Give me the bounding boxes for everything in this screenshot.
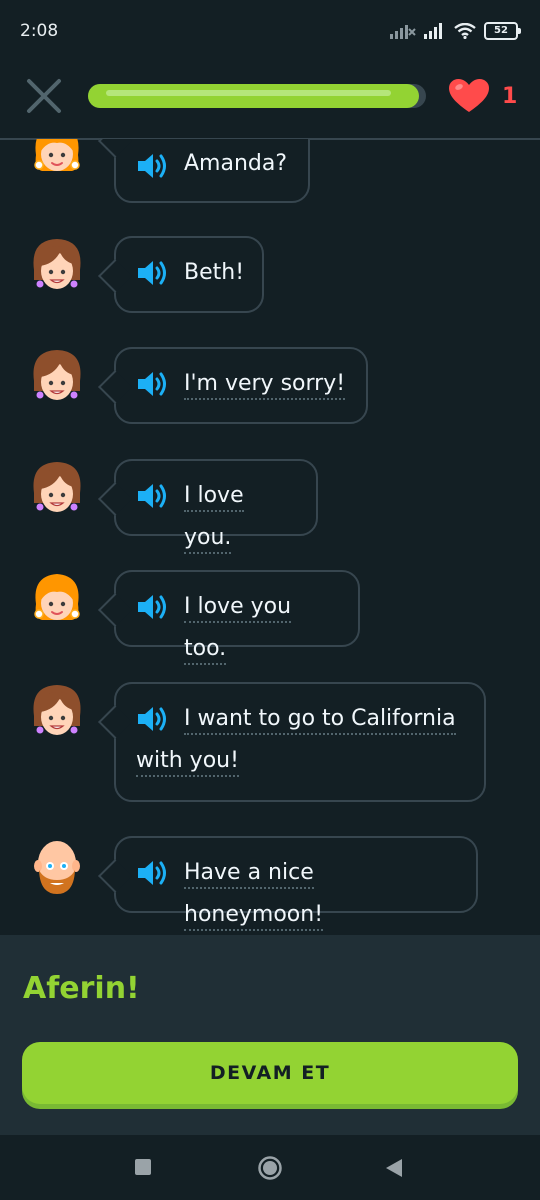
speech-bubble: I love you. xyxy=(114,459,318,554)
lesson-progress-bar xyxy=(88,84,426,108)
message-text-line-1: I want to go to California xyxy=(136,684,464,740)
speech-bubble: Have a nice honeymoon! xyxy=(114,836,478,931)
speaker-icon[interactable] xyxy=(136,151,170,181)
status-icons: 52 xyxy=(390,22,521,40)
message-text: I'm very sorry! xyxy=(184,349,346,405)
message-text-line-2: with you! xyxy=(136,740,464,782)
lesson-header: 1 xyxy=(0,62,540,140)
speaker-icon[interactable] xyxy=(136,481,170,511)
message-text: Beth! xyxy=(184,260,245,285)
message-text: Have a nice honeymoon! xyxy=(184,838,456,935)
recents-icon[interactable] xyxy=(134,1158,152,1176)
woman-avatar-icon xyxy=(33,462,81,512)
bald-man-avatar-icon xyxy=(34,841,80,894)
progress-shine xyxy=(106,90,391,96)
close-icon[interactable] xyxy=(24,76,64,116)
message-text: I love you. xyxy=(184,461,296,559)
back-icon[interactable] xyxy=(384,1157,404,1179)
speech-bubble: Amanda? xyxy=(114,139,310,203)
continue-button[interactable]: DEVAM ET xyxy=(22,1042,518,1104)
speaker-icon[interactable] xyxy=(136,592,170,622)
speaker-icon[interactable] xyxy=(136,858,170,888)
battery-icon: 52 xyxy=(484,22,521,40)
signal-icon xyxy=(424,23,442,39)
speech-bubble: I want to go to California with you! xyxy=(114,682,486,802)
status-time: 2:08 xyxy=(20,21,59,41)
progress-fill xyxy=(88,84,420,108)
system-nav-bar xyxy=(0,1135,540,1200)
feedback-title: Aferin! xyxy=(23,971,140,1006)
girl-avatar-icon xyxy=(34,139,80,171)
speaker-icon[interactable] xyxy=(136,258,170,288)
woman-avatar-icon xyxy=(33,239,81,289)
heart-icon xyxy=(449,79,489,112)
speech-bubble: I love you too. xyxy=(114,570,360,665)
speaker-icon[interactable] xyxy=(136,704,170,734)
hearts-count: 1 xyxy=(502,83,518,109)
wifi-icon xyxy=(454,23,476,39)
woman-avatar-icon xyxy=(33,685,81,735)
speech-bubble: I'm very sorry! xyxy=(114,347,368,424)
girl-avatar-icon xyxy=(34,574,80,620)
speaker-icon[interactable] xyxy=(136,369,170,399)
message-text: Amanda? xyxy=(184,151,288,176)
home-icon[interactable] xyxy=(257,1155,283,1181)
status-bar: 2:08 52 xyxy=(0,0,540,62)
woman-avatar-icon xyxy=(33,350,81,400)
dialogue-list: Amanda? Beth! I'm very sorry! I love you… xyxy=(0,139,540,935)
message-text: I love you too. xyxy=(184,572,338,670)
hearts-counter[interactable]: 1 xyxy=(448,78,517,114)
no-signal-icon xyxy=(390,25,416,39)
speech-bubble: Beth! xyxy=(114,236,264,313)
feedback-panel: Aferin! DEVAM ET xyxy=(0,935,540,1135)
